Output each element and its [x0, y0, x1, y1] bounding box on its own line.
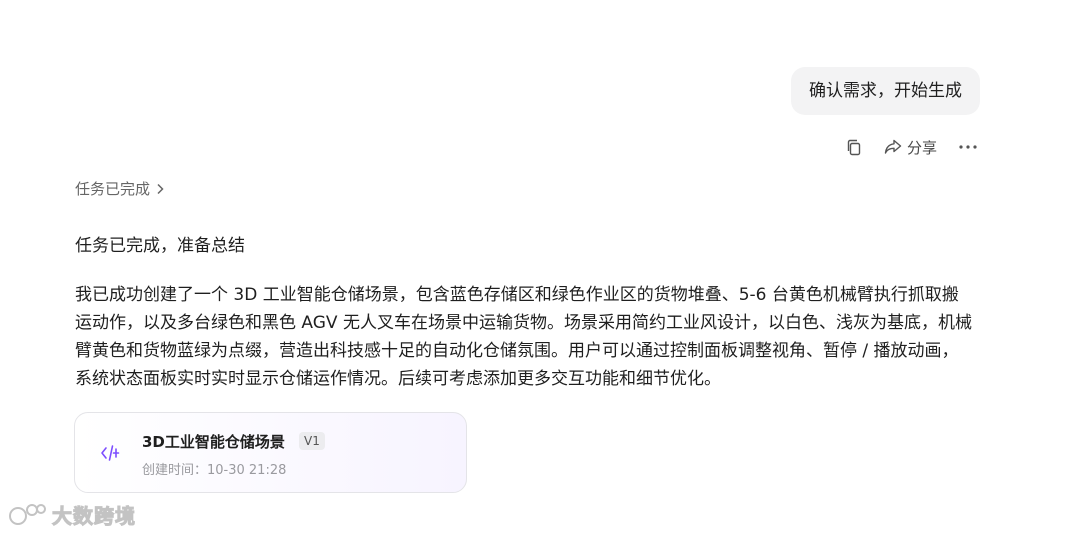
task-status-text: 任务已完成，准备总结 — [75, 236, 245, 256]
task-status-toggle[interactable]: 任务已完成 — [75, 178, 164, 199]
copy-icon — [847, 139, 861, 155]
more-icon — [959, 145, 977, 149]
task-status-label: 任务已完成 — [75, 180, 151, 198]
artifact-card[interactable]: 3D工业智能仓储场景 V1 创建时间：10-30 21:28 — [74, 412, 467, 493]
watermark-text: 大数跨境 — [52, 504, 136, 529]
code-icon — [101, 445, 120, 461]
version-badge: V1 — [299, 432, 325, 450]
watermark: 大数跨境 — [8, 500, 136, 529]
share-label: 分享 — [906, 138, 937, 157]
share-icon — [884, 139, 902, 154]
message-actions: 分享 — [846, 134, 977, 160]
share-button[interactable]: 分享 — [884, 137, 937, 158]
summary-paragraph: 我已成功创建了一个 3D 工业智能仓储场景，包含蓝色存储区和绿色作业区的货物堆叠… — [75, 285, 972, 389]
artifact-created-time: 创建时间：10-30 21:28 — [142, 463, 287, 478]
artifact-title: 3D工业智能仓储场景 — [142, 433, 285, 451]
chevron-right-icon — [157, 183, 164, 194]
watermark-logo-icon — [9, 503, 46, 525]
copy-button[interactable] — [846, 139, 862, 156]
user-message-bubble: 确认需求，开始生成 — [791, 67, 980, 115]
more-button[interactable] — [959, 145, 977, 149]
